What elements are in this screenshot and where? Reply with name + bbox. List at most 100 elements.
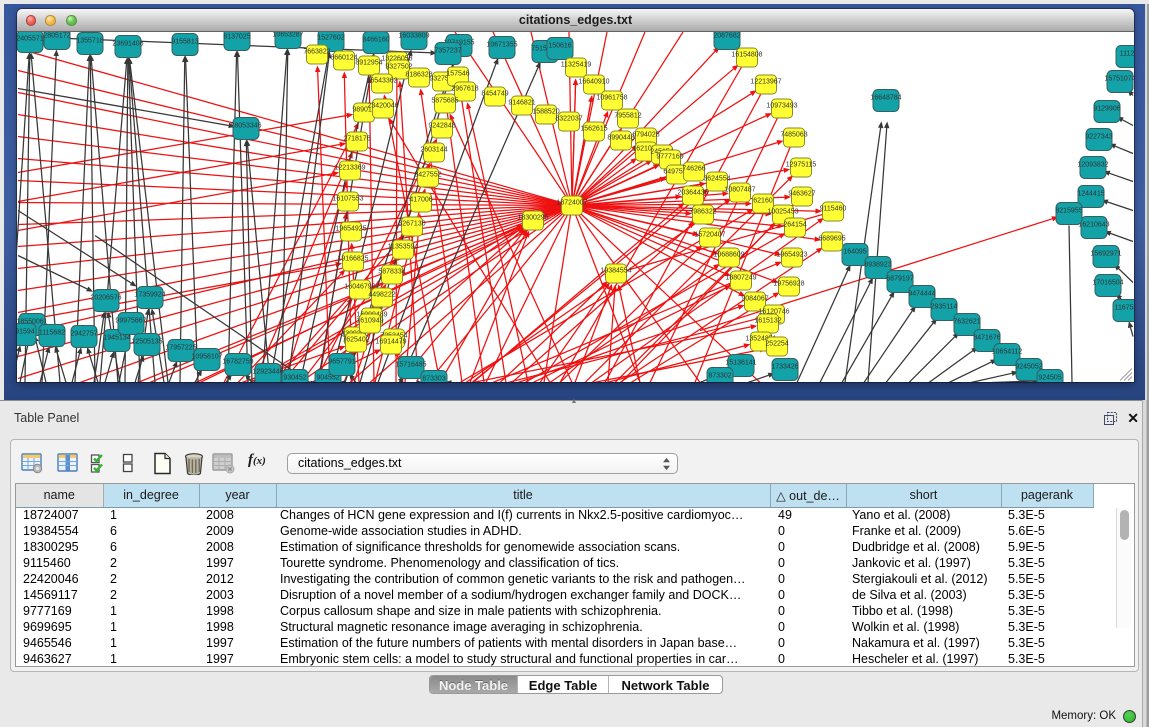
svg-text:252254: 252254 <box>765 340 788 347</box>
svg-text:17359924: 17359924 <box>134 291 165 298</box>
svg-text:3624554: 3624554 <box>703 175 730 182</box>
svg-text:8454749: 8454749 <box>481 90 508 97</box>
svg-text:4498222: 4498222 <box>368 291 395 298</box>
svg-text:19756928: 19756928 <box>773 280 804 287</box>
svg-text:7625402: 7625402 <box>342 336 369 343</box>
svg-text:16210643: 16210643 <box>1078 221 1109 228</box>
svg-text:23420046: 23420046 <box>367 102 398 109</box>
svg-text:15136141: 15136141 <box>725 359 756 366</box>
svg-text:10807487: 10807487 <box>724 186 755 193</box>
svg-text:9657791: 9657791 <box>328 358 355 365</box>
svg-text:1244415: 1244415 <box>1077 190 1104 197</box>
svg-text:3267130: 3267130 <box>398 220 425 227</box>
svg-text:8137025: 8137025 <box>223 33 250 40</box>
svg-text:930452: 930452 <box>283 374 306 381</box>
svg-text:16648784: 16648784 <box>870 94 901 101</box>
svg-text:20206576: 20206576 <box>90 294 121 301</box>
svg-text:7632621: 7632621 <box>953 318 980 325</box>
svg-text:7986322: 7986322 <box>689 208 716 215</box>
svg-text:10671355: 10671355 <box>486 41 517 48</box>
svg-text:924505: 924505 <box>1038 374 1061 381</box>
svg-text:11125: 11125 <box>1120 50 1134 57</box>
svg-text:873303: 873303 <box>422 375 445 382</box>
svg-text:1115682: 1115682 <box>39 329 65 336</box>
svg-text:12975115: 12975115 <box>786 161 817 168</box>
svg-text:8466160: 8466160 <box>362 36 389 43</box>
svg-text:10025453: 10025453 <box>767 208 798 215</box>
svg-text:2935114: 2935114 <box>931 303 958 310</box>
svg-text:8938923: 8938923 <box>864 261 891 268</box>
svg-text:1562615: 1562615 <box>580 125 607 132</box>
svg-text:18300295: 18300295 <box>517 214 548 221</box>
svg-text:16154808: 16154808 <box>731 51 762 58</box>
svg-text:150616: 150616 <box>548 42 571 49</box>
svg-text:16640910: 16640910 <box>578 78 609 85</box>
svg-text:9129906: 9129906 <box>1093 105 1120 112</box>
svg-text:8471676: 8471676 <box>973 334 1000 341</box>
svg-text:16914479: 16914479 <box>375 338 406 345</box>
svg-text:9146821: 9146821 <box>508 99 535 106</box>
svg-text:17957225: 17957225 <box>165 344 196 351</box>
svg-text:18807249: 18807249 <box>725 274 756 281</box>
svg-text:17016504: 17016504 <box>1092 279 1123 286</box>
svg-text:9777169: 9777169 <box>656 153 683 160</box>
svg-text:1615132: 1615132 <box>754 317 781 324</box>
svg-text:7485063: 7485063 <box>780 131 807 138</box>
svg-text:11325419: 11325419 <box>561 61 592 68</box>
svg-text:1355718: 1355718 <box>76 37 103 44</box>
svg-text:1945134: 1945134 <box>103 334 130 341</box>
svg-text:9327502: 9327502 <box>385 63 412 70</box>
svg-text:15692971: 15692971 <box>1090 250 1121 257</box>
svg-text:8427552: 8427552 <box>414 171 441 178</box>
svg-text:2087682: 2087682 <box>713 32 740 39</box>
svg-text:6689695: 6689695 <box>818 235 845 242</box>
svg-text:10958107: 10958107 <box>191 353 222 360</box>
svg-text:7955812: 7955812 <box>614 112 641 119</box>
svg-text:2405571: 2405571 <box>17 35 44 42</box>
svg-text:8322037: 8322037 <box>555 115 582 122</box>
svg-text:9474444: 9474444 <box>908 290 935 297</box>
svg-text:157546: 157546 <box>446 70 469 77</box>
svg-text:1588520: 1588520 <box>532 108 559 115</box>
svg-text:16033809: 16033809 <box>398 32 429 39</box>
svg-text:417006: 417006 <box>409 196 432 203</box>
svg-text:116753: 116753 <box>1115 304 1134 311</box>
svg-text:15751074: 15751074 <box>1104 75 1134 82</box>
svg-text:12213369: 12213369 <box>334 164 365 171</box>
svg-text:391594: 391594 <box>17 328 35 335</box>
svg-text:10961758: 10961758 <box>596 94 627 101</box>
svg-text:19166825: 19166825 <box>337 255 368 262</box>
svg-text:8215955: 8215955 <box>1055 207 1082 214</box>
svg-text:2967618: 2967618 <box>451 85 478 92</box>
svg-text:19384554: 19384554 <box>600 267 631 274</box>
svg-text:2805172: 2805172 <box>43 32 70 39</box>
svg-text:18724007: 18724007 <box>556 199 587 206</box>
svg-text:6794028: 6794028 <box>632 131 659 138</box>
svg-text:1527602: 1527602 <box>317 34 344 41</box>
svg-text:9084067: 9084067 <box>741 295 768 302</box>
svg-text:12923446: 12923446 <box>252 368 283 375</box>
svg-text:5875685: 5875685 <box>431 97 458 104</box>
svg-text:7663822: 7663822 <box>303 48 330 55</box>
svg-text:264154: 264154 <box>783 221 806 228</box>
svg-text:2718176: 2718176 <box>343 135 370 142</box>
svg-text:19654925: 19654925 <box>335 225 366 232</box>
svg-text:11353594: 11353594 <box>388 243 419 250</box>
svg-text:99975867: 99975867 <box>115 317 146 324</box>
svg-text:16107553: 16107553 <box>332 195 363 202</box>
svg-text:8912954: 8912954 <box>355 59 382 66</box>
svg-text:9245052: 9245052 <box>1015 363 1042 370</box>
svg-text:164095: 164095 <box>843 248 866 255</box>
svg-text:873302: 873302 <box>708 372 731 379</box>
svg-text:8990448: 8990448 <box>607 134 634 141</box>
svg-text:15720407: 15720407 <box>694 231 725 238</box>
svg-text:16782759: 16782759 <box>222 358 253 365</box>
svg-text:19654923: 19654923 <box>776 251 807 258</box>
svg-text:9115460: 9115460 <box>820 205 847 212</box>
svg-text:10688609: 10688609 <box>713 251 744 258</box>
svg-text:16543362: 16543362 <box>366 77 397 84</box>
svg-text:23691406: 23691406 <box>112 40 143 47</box>
svg-text:12505135: 12505135 <box>131 338 162 345</box>
svg-text:10653287: 10653287 <box>272 32 303 39</box>
svg-text:9463627: 9463627 <box>788 190 815 197</box>
